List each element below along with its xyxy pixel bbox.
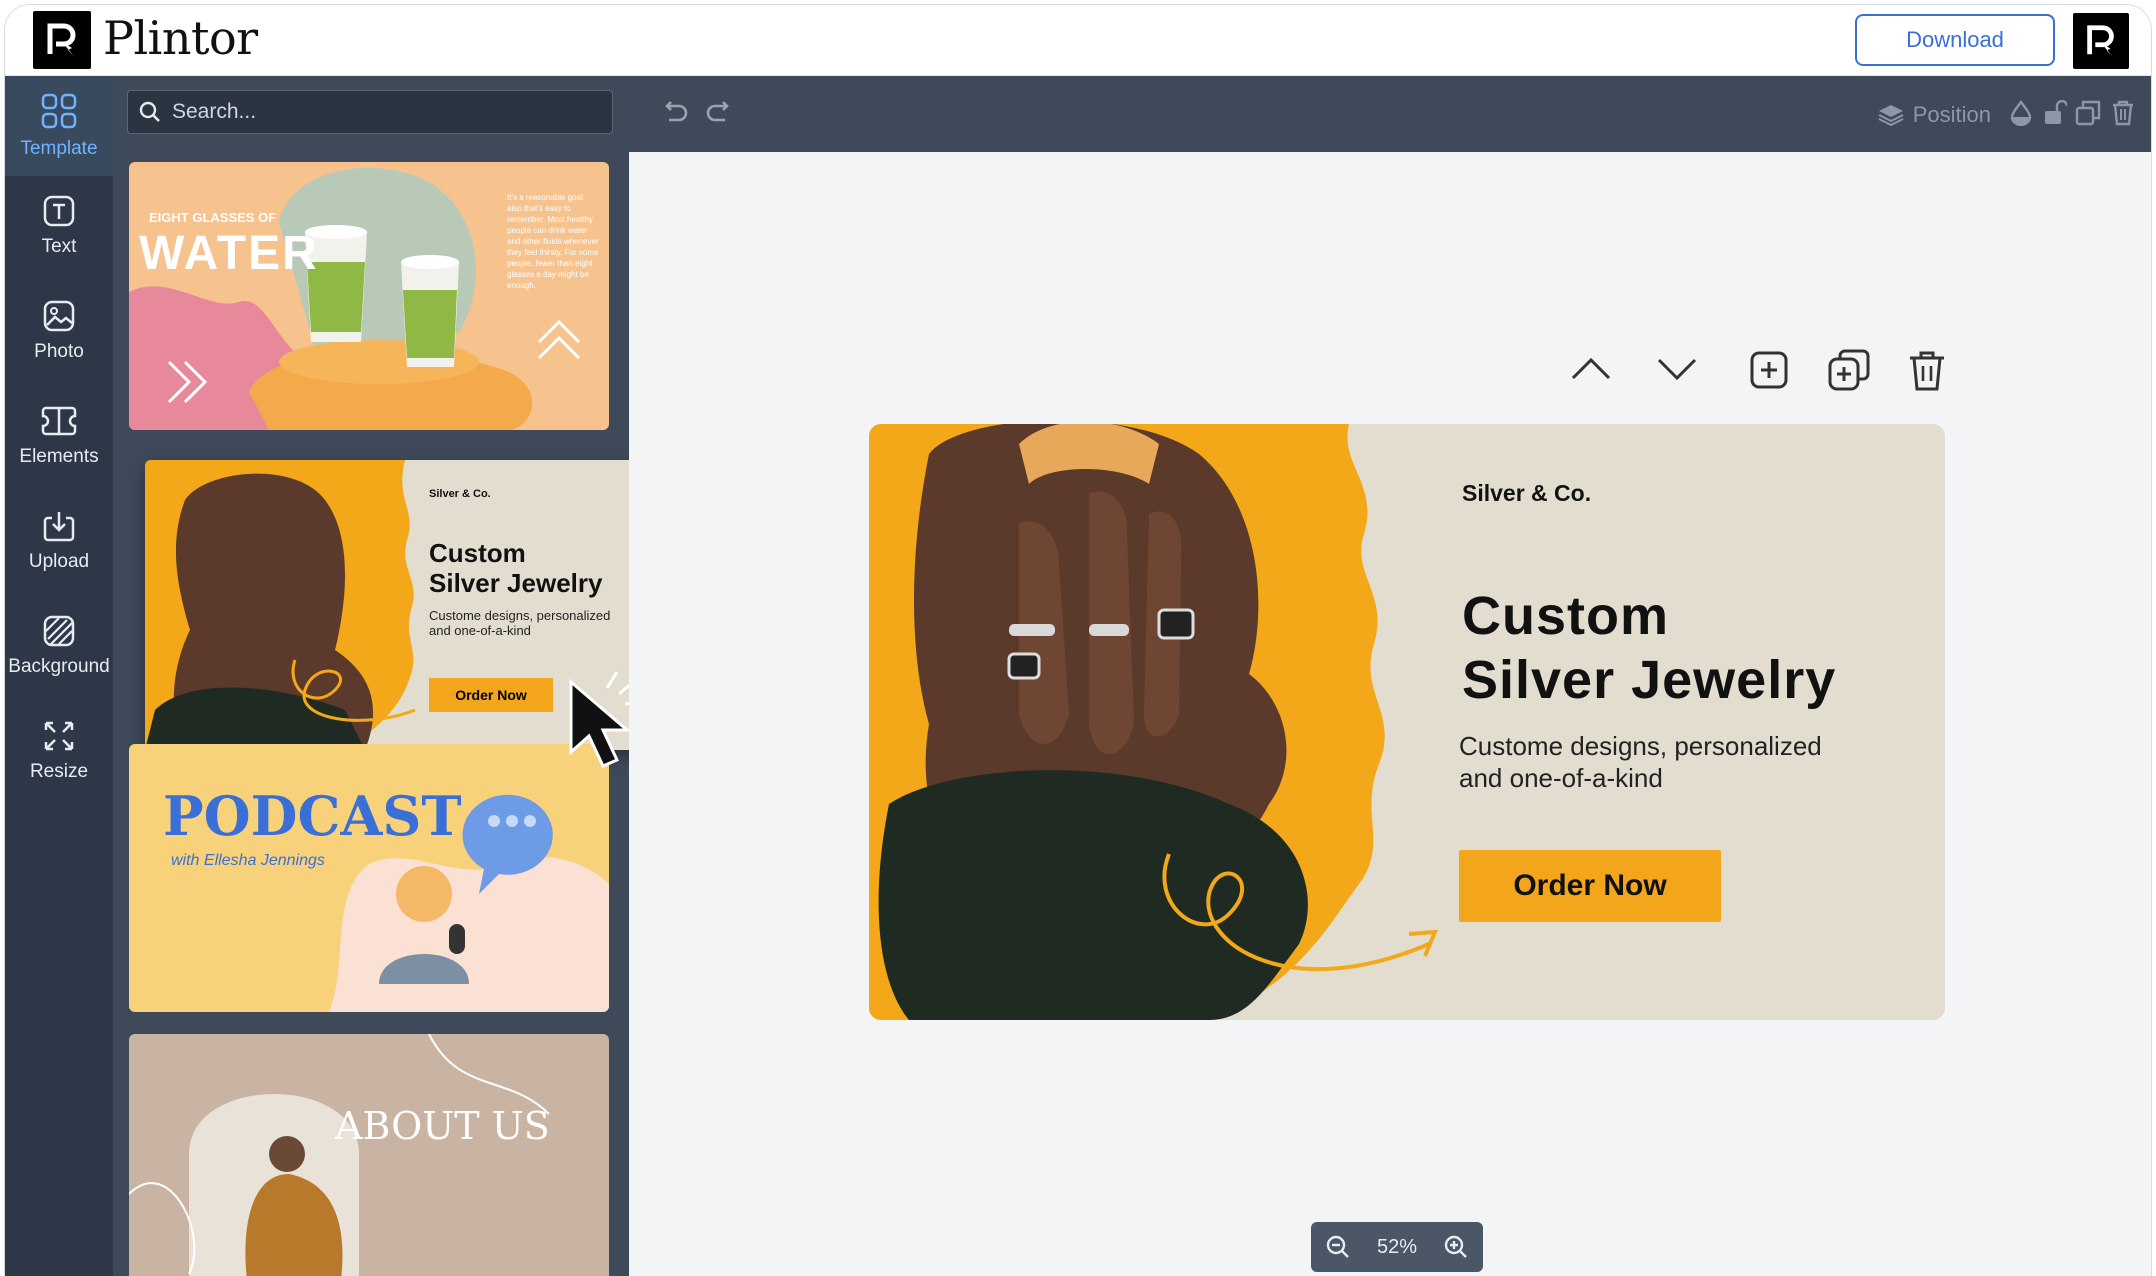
sidebar-item-label: Upload (28, 551, 90, 572)
sidebar-item-label: Text (41, 236, 77, 257)
design-subtitle-line-2: and one-of-a-kind (1459, 763, 1663, 793)
sidebar-item-upload[interactable]: Upload (5, 491, 113, 591)
move-up-icon[interactable] (1569, 354, 1613, 384)
text-icon (43, 195, 75, 227)
design-canvas[interactable]: Silver & Co. Custom Silver Jewelry Custo… (869, 424, 1945, 1020)
opacity-drop-icon[interactable] (2009, 100, 2033, 126)
water-body: It's a reasonable goal, also that's easy… (507, 193, 599, 290)
design-subtitle[interactable]: Custome designs, personalized and one-of… (1459, 730, 1919, 794)
design-photo-art (869, 424, 1439, 1020)
template-panel: EIGHT GLASSES OF WATER It's a reasonable… (113, 76, 665, 1276)
zoom-out-icon[interactable] (1325, 1234, 1351, 1260)
sidebar-item-resize[interactable]: Resize (5, 701, 113, 801)
canvas-workspace: Silver & Co. Custom Silver Jewelry Custo… (629, 152, 2151, 1276)
delete-page-icon[interactable] (1907, 350, 1947, 392)
add-page-icon[interactable] (1749, 350, 1789, 390)
search-input[interactable] (170, 99, 574, 125)
jewelry-brand: Silver & Co. (429, 488, 491, 500)
sidebar-item-template[interactable]: Template (5, 76, 113, 176)
elements-icon (41, 406, 77, 436)
sidebar-item-photo[interactable]: Photo (5, 281, 113, 381)
podcast-subtitle: with Ellesha Jennings (171, 852, 325, 869)
sidebar-item-label: Background (8, 656, 110, 677)
zoom-control: 52% (1311, 1222, 1483, 1272)
app-window: Plintor Download Template Text Photo Ele… (4, 4, 2152, 1276)
brand-logo-icon[interactable] (2073, 13, 2129, 69)
search-icon (139, 101, 160, 122)
sidebar: Template Text Photo Elements Upload Back… (5, 76, 113, 1276)
upload-icon (43, 512, 75, 542)
sidebar-item-label: Photo (34, 341, 84, 362)
template-icon (41, 93, 77, 129)
template-card-podcast[interactable]: PODCAST with Ellesha Jennings (129, 744, 609, 1012)
sidebar-item-label: Elements (19, 446, 99, 467)
design-brand[interactable]: Silver & Co. (1462, 480, 1591, 507)
about-title: ABOUT US (335, 1104, 550, 1148)
editor-toolbar: Position (629, 76, 2151, 152)
about-template-art (129, 1034, 550, 1276)
design-order-button[interactable]: Order Now (1459, 850, 1721, 922)
layers-icon (1878, 105, 1904, 127)
top-bar: Plintor Download (5, 5, 2151, 76)
download-button[interactable]: Download (1855, 14, 2055, 66)
move-down-icon[interactable] (1655, 354, 1699, 384)
sidebar-item-elements[interactable]: Elements (5, 386, 113, 486)
jewelry-title: Custom Silver Jewelry (429, 538, 602, 598)
design-title-line-1: Custom (1462, 586, 1669, 646)
podcast-title: PODCAST (163, 784, 462, 848)
jewelry-subtitle-line-2: and one-of-a-kind (429, 623, 531, 638)
app-logo-icon (33, 11, 91, 69)
resize-icon (44, 721, 74, 751)
redo-icon[interactable] (705, 100, 733, 126)
duplicate-page-icon[interactable] (1827, 348, 1871, 392)
template-card-water[interactable]: EIGHT GLASSES OF WATER It's a reasonable… (129, 162, 609, 430)
water-kicker: EIGHT GLASSES OF (149, 210, 277, 225)
app-name: Plintor (103, 11, 258, 65)
zoom-level: 52% (1376, 1235, 1418, 1258)
design-subtitle-line-1: Custome designs, personalized (1459, 731, 1822, 761)
delete-icon[interactable] (2111, 100, 2135, 126)
unlock-icon[interactable] (2043, 100, 2067, 126)
sidebar-item-text[interactable]: Text (5, 176, 113, 276)
jewelry-title-line-1: Custom (429, 538, 526, 568)
jewelry-title-line-2: Silver Jewelry (429, 568, 603, 598)
jewelry-order-button: Order Now (429, 678, 553, 712)
position-button[interactable]: Position (1877, 102, 1991, 128)
template-card-about[interactable]: ABOUT US (129, 1034, 609, 1276)
zoom-in-icon[interactable] (1443, 1234, 1469, 1260)
background-icon (43, 615, 75, 647)
position-label: Position (1912, 102, 1991, 127)
jewelry-subtitle: Custome designs, personalized and one-of… (429, 608, 610, 638)
design-title[interactable]: Custom Silver Jewelry (1462, 584, 1836, 712)
photo-icon (43, 300, 75, 332)
design-title-line-2: Silver Jewelry (1462, 650, 1837, 710)
sidebar-item-label: Resize (29, 761, 89, 782)
undo-icon[interactable] (661, 100, 689, 126)
search-box[interactable] (127, 90, 613, 134)
sidebar-item-label: Template (20, 138, 98, 159)
sidebar-item-background[interactable]: Background (5, 596, 113, 696)
water-title: WATER (139, 227, 319, 280)
duplicate-icon[interactable] (2075, 100, 2101, 126)
jewelry-subtitle-line-1: Custome designs, personalized (429, 608, 611, 623)
